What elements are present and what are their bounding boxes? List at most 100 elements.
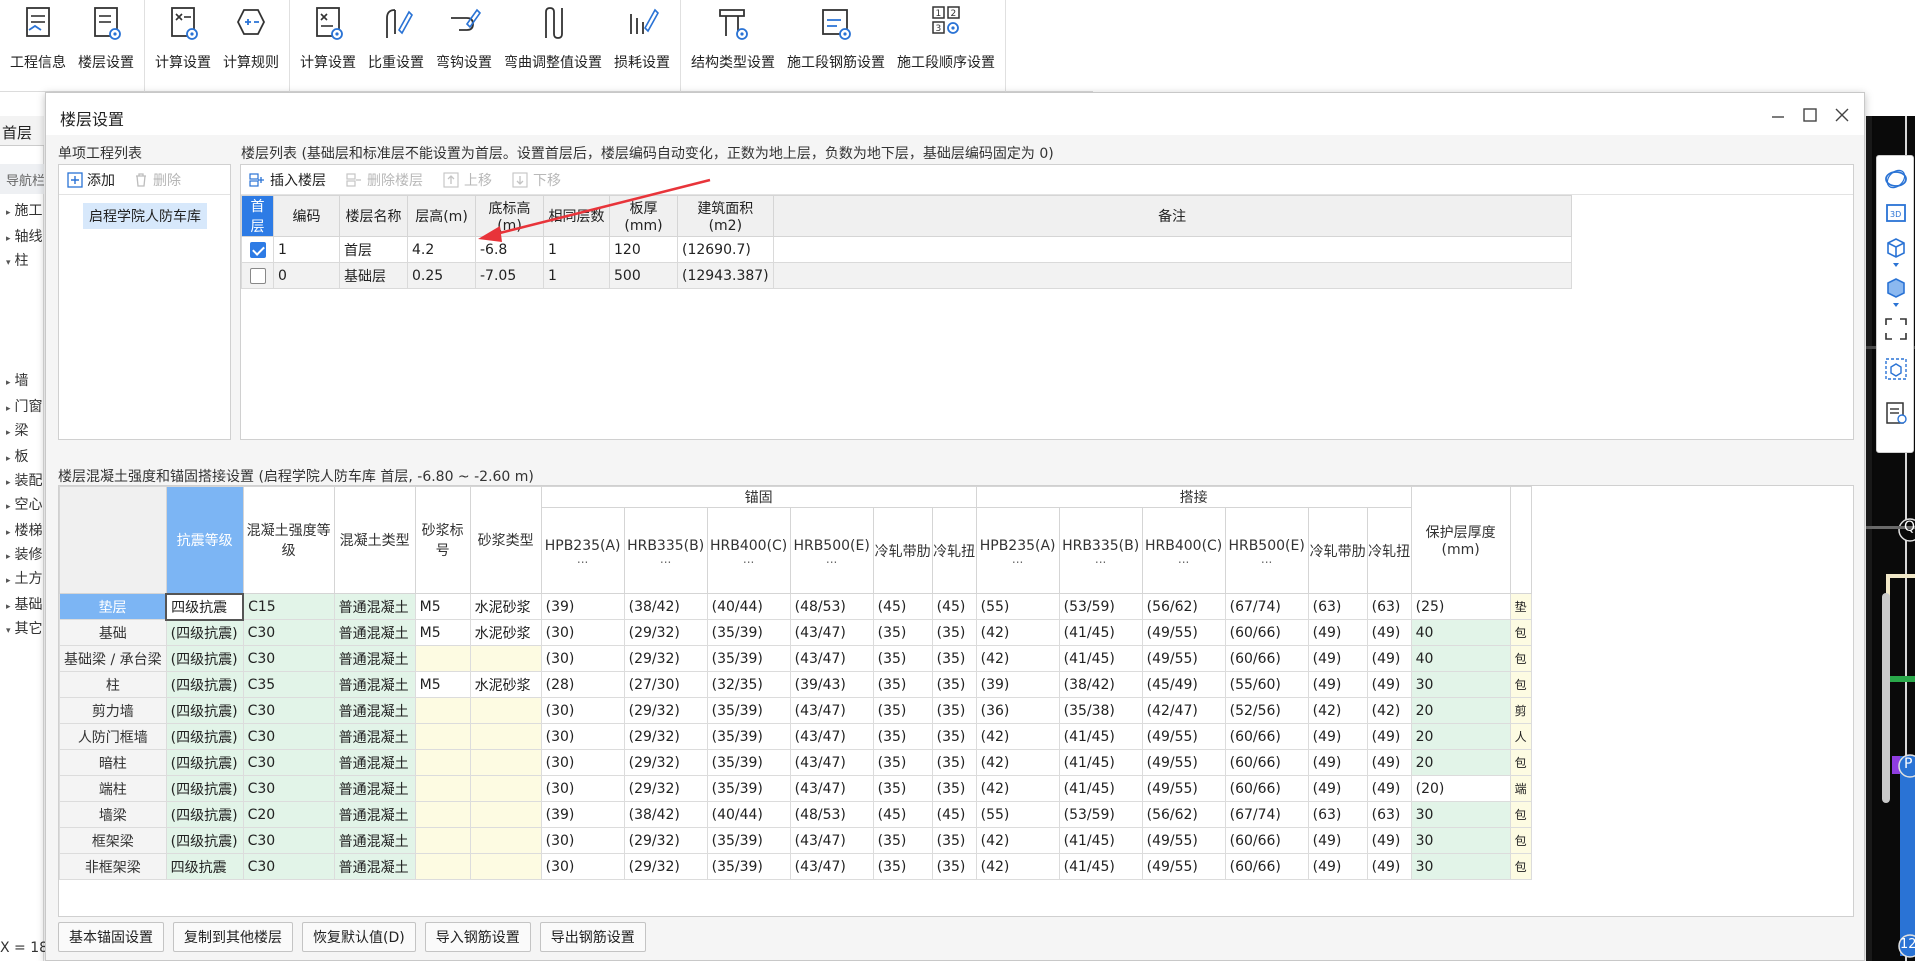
concrete-type-cell[interactable]: 普通混凝土: [333, 593, 416, 620]
add-project-button[interactable]: 添加: [67, 170, 115, 190]
nav-tree-item[interactable]: ▸ 楼梯: [6, 520, 44, 540]
lap-value-cell[interactable]: (60/66): [1224, 645, 1309, 672]
floor-cell[interactable]: -7.05: [475, 262, 544, 289]
seismic-cell[interactable]: (四级抗震): [165, 801, 244, 828]
anchorage-value-cell[interactable]: (35): [872, 827, 933, 854]
floor-cell[interactable]: [772, 236, 1572, 263]
lap-value-cell[interactable]: (49/55): [1141, 827, 1226, 854]
anchor-rebar-header[interactable]: HPB235(A)...: [540, 507, 625, 594]
concrete-type-cell[interactable]: 普通混凝土: [333, 801, 416, 828]
lap-value-cell[interactable]: (49): [1307, 723, 1368, 750]
anchor-rebar-header[interactable]: HRB400(C)...: [706, 507, 791, 594]
lap-value-cell[interactable]: (42): [1366, 697, 1412, 724]
anchorage-value-cell[interactable]: (48/53): [789, 801, 874, 828]
lap-value-cell[interactable]: (63): [1307, 801, 1368, 828]
cover-thickness-cell[interactable]: (25): [1410, 593, 1511, 620]
floor-cell[interactable]: 1: [273, 236, 340, 263]
concrete-grade-cell[interactable]: C30: [242, 723, 335, 750]
anchorage-value-cell[interactable]: (30): [540, 723, 625, 750]
first-floor-checkbox-cell[interactable]: [241, 236, 274, 263]
dialog-title-bar[interactable]: 楼层设置: [46, 93, 1864, 135]
anchorage-value-cell[interactable]: (43/47): [789, 723, 874, 750]
mortar-type-cell[interactable]: 水泥砂浆: [469, 619, 542, 646]
concrete-row[interactable]: 柱 (四级抗震) C35 普通混凝土 M5 水泥砂浆 (28) (27/30) (32/35)(…: [59, 671, 1532, 698]
concrete-grade-cell[interactable]: C20: [242, 801, 335, 828]
mortar-type-cell[interactable]: [469, 801, 542, 828]
project-list-item[interactable]: 启程学院人防车库: [83, 203, 207, 229]
mortar-grade-cell[interactable]: [414, 749, 471, 776]
concrete-type-cell[interactable]: 普通混凝土: [333, 697, 416, 724]
first-floor-checkbox-cell[interactable]: [241, 262, 274, 289]
minimize-icon[interactable]: [1766, 103, 1790, 127]
seismic-cell[interactable]: 四级抗震: [165, 592, 245, 621]
lap-value-cell[interactable]: (42/47): [1141, 697, 1226, 724]
seismic-cell[interactable]: (四级抗震): [165, 775, 244, 802]
anchorage-value-cell[interactable]: (35): [931, 619, 977, 646]
seismic-cell[interactable]: (四级抗震): [165, 671, 244, 698]
nav-tree-item[interactable]: ▾ 柱: [6, 250, 44, 270]
seismic-cell[interactable]: (四级抗震): [165, 645, 244, 672]
concrete-type-cell[interactable]: 普通混凝土: [333, 775, 416, 802]
lap-value-cell[interactable]: (49/55): [1141, 619, 1226, 646]
cover-thickness-cell[interactable]: 40: [1410, 619, 1511, 646]
anchorage-value-cell[interactable]: (35/39): [706, 775, 791, 802]
anchorage-value-cell[interactable]: (35/39): [706, 827, 791, 854]
concrete-grade-header[interactable]: 混凝土强度等级: [242, 486, 335, 594]
anchorage-value-cell[interactable]: (35): [872, 749, 933, 776]
lap-value-cell[interactable]: (53/59): [1058, 593, 1143, 620]
orbit-icon[interactable]: [1883, 166, 1909, 192]
anchorage-value-cell[interactable]: (29/32): [623, 645, 708, 672]
anchorage-value-cell[interactable]: (43/47): [789, 749, 874, 776]
mortar-type-cell[interactable]: [469, 853, 542, 880]
mortar-type-cell[interactable]: [469, 697, 542, 724]
mortar-type-cell[interactable]: 水泥砂浆: [469, 671, 542, 698]
anchorage-value-cell[interactable]: (28): [540, 671, 625, 698]
concrete-grade-cell[interactable]: C30: [242, 749, 335, 776]
export-rebar-settings-button[interactable]: 导出钢筋设置: [539, 922, 646, 952]
anchorage-value-cell[interactable]: (35): [931, 723, 977, 750]
concrete-type-cell[interactable]: 普通混凝土: [333, 671, 416, 698]
lap-value-cell[interactable]: (55/60): [1224, 671, 1309, 698]
note-cell[interactable]: 包: [1509, 671, 1532, 698]
mortar-type-cell[interactable]: 水泥砂浆: [469, 593, 542, 620]
structure-type-button[interactable]: 结构类型设置: [685, 0, 781, 72]
anchorage-value-cell[interactable]: (29/32): [623, 723, 708, 750]
lap-value-cell[interactable]: (49): [1366, 671, 1412, 698]
anchor-rebar-header[interactable]: 冷轧扭: [931, 507, 977, 594]
anchorage-value-cell[interactable]: (35): [931, 671, 977, 698]
more-options-ellipsis[interactable]: ...: [625, 553, 707, 565]
seismic-cell[interactable]: (四级抗震): [165, 827, 244, 854]
lap-value-cell[interactable]: (55): [975, 593, 1060, 620]
note-cell[interactable]: 包: [1509, 749, 1532, 776]
concrete-grade-cell[interactable]: C30: [242, 775, 335, 802]
lap-rebar-header[interactable]: HRB400(C)...: [1141, 507, 1226, 594]
concrete-row[interactable]: 剪力墙 (四级抗震) C30 普通混凝土 (30) (29/32) (35/39) (43/4…: [59, 697, 1532, 724]
anchorage-value-cell[interactable]: (45): [931, 593, 977, 620]
anchorage-value-cell[interactable]: (29/32): [623, 697, 708, 724]
anchorage-value-cell[interactable]: (39): [540, 593, 625, 620]
concrete-grade-cell[interactable]: C30: [242, 853, 335, 880]
floor-cell[interactable]: 120: [609, 236, 678, 263]
cover-thickness-cell[interactable]: 30: [1410, 671, 1511, 698]
anchorage-value-cell[interactable]: (29/32): [623, 619, 708, 646]
lap-value-cell[interactable]: (49/55): [1141, 775, 1226, 802]
concrete-row[interactable]: 墙梁 (四级抗震) C20 普通混凝土 (39) (38/42) (40/44) (48/53…: [59, 801, 1532, 828]
lap-value-cell[interactable]: (49): [1307, 671, 1368, 698]
cover-thickness-cell[interactable]: 30: [1410, 827, 1511, 854]
delete-floor-button[interactable]: 删除楼层: [346, 170, 423, 190]
note-cell[interactable]: 包: [1509, 827, 1532, 854]
mortar-grade-cell[interactable]: [414, 827, 471, 854]
lap-value-cell[interactable]: (49): [1307, 645, 1368, 672]
calc-rules-button[interactable]: 计算规则: [217, 0, 285, 72]
lap-value-cell[interactable]: (52/56): [1224, 697, 1309, 724]
solid-cube-icon[interactable]: [1883, 274, 1909, 300]
seismic-cell[interactable]: (四级抗震): [165, 723, 244, 750]
lap-rebar-header[interactable]: HRB335(B)...: [1058, 507, 1143, 594]
floor-cell[interactable]: 500: [609, 262, 678, 289]
anchorage-value-cell[interactable]: (45): [931, 801, 977, 828]
mortar-grade-cell[interactable]: [414, 697, 471, 724]
mortar-type-cell[interactable]: [469, 827, 542, 854]
lap-value-cell[interactable]: (49): [1366, 775, 1412, 802]
anchorage-value-cell[interactable]: (35): [931, 749, 977, 776]
nav-tree-item[interactable]: ▸ 施工: [6, 200, 44, 220]
